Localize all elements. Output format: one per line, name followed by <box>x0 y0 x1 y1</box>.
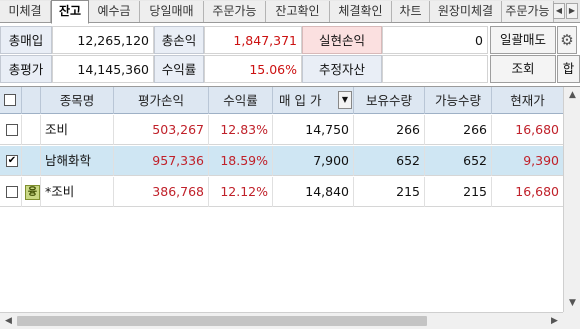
tab-unfilled[interactable]: 미체결 <box>0 1 51 22</box>
tab-daily-trades[interactable]: 당일매매 <box>140 1 204 22</box>
row-badge-cell <box>22 146 41 176</box>
est-asset-label: 추정자산 <box>302 55 382 83</box>
header-price[interactable]: 현재가 <box>492 87 563 114</box>
margin-loan-badge: 융 <box>25 185 40 200</box>
chevron-right-icon[interactable]: ▶ <box>566 3 578 19</box>
return-rate: 12.12% <box>209 177 273 207</box>
total-pl-value: 1,847,371 <box>204 26 302 54</box>
table-row[interactable]: 조비 503,267 12.83% 14,750 266 266 16,680 <box>0 115 563 145</box>
header-avail-qty[interactable]: 가능수량 <box>425 87 492 114</box>
current-price: 16,680 <box>515 184 559 199</box>
est-asset-value <box>382 55 488 83</box>
return-rate: 12.83% <box>209 115 273 145</box>
query-button[interactable]: 조회 <box>490 55 556 83</box>
total-buy-value: 12,265,120 <box>52 26 154 54</box>
realized-pl-label: 실현손익 <box>302 26 382 54</box>
eval-pl: 386,768 <box>114 177 209 207</box>
realized-pl-value: 0 <box>382 26 488 54</box>
horizontal-scroll-thumb[interactable] <box>17 316 427 326</box>
scroll-left-icon[interactable]: ◀ <box>0 313 17 329</box>
tab-ledger-unfilled[interactable]: 원장미체결 <box>430 1 502 22</box>
hold-qty: 266 <box>354 115 425 145</box>
header-name[interactable]: 종목명 <box>41 87 114 114</box>
row-badge-cell <box>22 115 41 145</box>
scroll-right-icon[interactable]: ▶ <box>546 313 563 329</box>
header-pl[interactable]: 평가손익 <box>114 87 209 114</box>
tab-chart[interactable]: 차트 <box>392 1 430 22</box>
tab-balance-check[interactable]: 잔고확인 <box>266 1 330 22</box>
eval-pl: 957,336 <box>114 146 209 176</box>
tab-balance[interactable]: 잔고 <box>51 0 89 24</box>
grid-header: 종목명 평가손익 수익률 매 입 가 ▼ 보유수량 가능수량 현재가 <box>0 87 563 114</box>
buy-price: 14,750 <box>273 115 354 145</box>
eval-pl: 503,267 <box>114 115 209 145</box>
header-badge-col <box>22 87 41 114</box>
bulk-sell-button[interactable]: 일괄매도 <box>490 26 556 54</box>
stock-name[interactable]: *조비 <box>41 177 114 207</box>
summary-panel: 총매입 12,265,120 총손익 1,847,371 실현손익 0 일괄매도… <box>0 24 580 84</box>
scroll-corner <box>563 312 580 329</box>
chevron-left-icon[interactable]: ◀ <box>553 3 565 19</box>
row-checkbox-checked[interactable]: ✔ <box>6 155 18 167</box>
tab-orderable-2[interactable]: 주문가능 <box>502 1 554 22</box>
hold-qty: 652 <box>354 146 425 176</box>
header-select-all[interactable] <box>0 87 22 114</box>
tab-fill-check[interactable]: 체결확인 <box>330 1 392 22</box>
row-checkbox-cell[interactable] <box>0 177 22 207</box>
header-buy-price-label: 매 입 가 <box>279 93 322 108</box>
scroll-up-icon[interactable]: ▲ <box>564 87 580 104</box>
tab-deposit[interactable]: 예수금 <box>89 1 140 22</box>
avail-qty: 266 <box>425 115 492 145</box>
table-row[interactable]: ✔ 남해화학 957,336 18.59% 7,900 652 652 9,39… <box>0 146 563 176</box>
sort-dropdown-icon[interactable]: ▼ <box>338 91 352 109</box>
total-pl-label: 총손익 <box>154 26 204 54</box>
scroll-down-icon[interactable]: ▼ <box>564 295 580 312</box>
return-label: 수익률 <box>154 55 204 83</box>
sum-button[interactable]: 합 <box>557 55 580 83</box>
holdings-grid: 종목명 평가손익 수익률 매 입 가 ▼ 보유수량 가능수량 현재가 조비 50… <box>0 86 580 329</box>
buy-price: 7,900 <box>273 146 354 176</box>
select-all-checkbox[interactable] <box>4 94 16 106</box>
row-badge-cell: 융 <box>22 177 41 207</box>
row-checkbox-cell[interactable]: ✔ <box>0 146 22 176</box>
gear-icon[interactable]: ⚙ <box>557 26 577 54</box>
row-checkbox-cell[interactable] <box>0 115 22 145</box>
vertical-scrollbar[interactable]: ▲ ▼ <box>563 87 580 312</box>
tab-bar: 미체결 잔고 예수금 당일매매 주문가능 잔고확인 체결확인 차트 원장미체결 … <box>0 0 580 24</box>
hold-qty: 215 <box>354 177 425 207</box>
horizontal-scrollbar[interactable]: ◀ ▶ <box>0 312 563 329</box>
row-checkbox[interactable] <box>6 124 18 136</box>
return-rate: 18.59% <box>209 146 273 176</box>
current-price: 16,680 <box>515 122 559 137</box>
header-rate[interactable]: 수익률 <box>209 87 273 114</box>
tab-orderable[interactable]: 주문가능 <box>204 1 266 22</box>
row-checkbox[interactable] <box>6 186 18 198</box>
stock-name[interactable]: 남해화학 <box>41 146 114 176</box>
current-price: 9,390 <box>523 153 559 168</box>
header-buy-price[interactable]: 매 입 가 ▼ <box>273 87 354 114</box>
avail-qty: 215 <box>425 177 492 207</box>
total-eval-value: 14,145,360 <box>52 55 154 83</box>
return-value: 15.06% <box>204 55 302 83</box>
stock-name[interactable]: 조비 <box>41 115 114 145</box>
avail-qty: 652 <box>425 146 492 176</box>
total-eval-label: 총평가 <box>0 55 52 83</box>
header-hold-qty[interactable]: 보유수량 <box>354 87 425 114</box>
table-row[interactable]: 융 *조비 386,768 12.12% 14,840 215 215 16,6… <box>0 177 563 207</box>
buy-price: 14,840 <box>273 177 354 207</box>
total-buy-label: 총매입 <box>0 26 52 54</box>
